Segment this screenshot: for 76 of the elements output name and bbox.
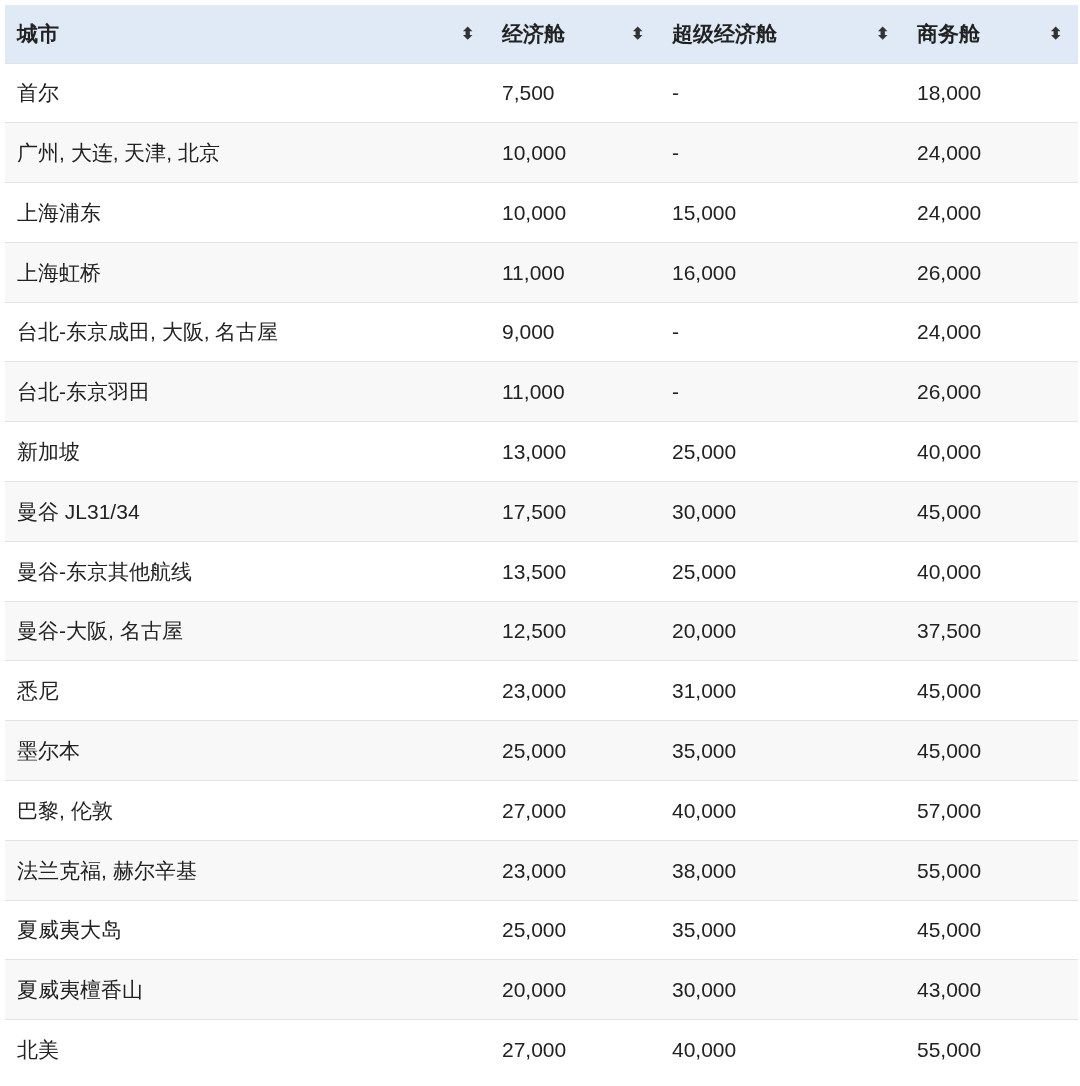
- table-cell: 40,000: [660, 780, 905, 841]
- table-cell: 曼谷-大阪, 名古屋: [5, 601, 490, 661]
- table-cell: 台北-东京羽田: [5, 362, 490, 422]
- table-cell: 23,000: [490, 660, 660, 721]
- table-cell: 上海虹桥: [5, 242, 490, 303]
- table-cell: 13,000: [490, 421, 660, 482]
- table-cell: 24,000: [905, 182, 1078, 243]
- table-cell: 广州, 大连, 天津, 北京: [5, 122, 490, 183]
- table-cell: 45,000: [905, 660, 1078, 721]
- table-cell: 55,000: [905, 840, 1078, 901]
- table-cell: 40,000: [905, 541, 1078, 602]
- table-cell: 26,000: [905, 362, 1078, 422]
- table-cell: 43,000: [905, 959, 1078, 1020]
- column-header[interactable]: 商务舱: [917, 18, 980, 50]
- table-cell: 57,000: [905, 780, 1078, 841]
- table-cell: 25,000: [490, 900, 660, 960]
- table-cell: 10,000: [490, 182, 660, 243]
- table-cell: 27,000: [490, 1019, 660, 1080]
- table-cell: -: [660, 63, 905, 123]
- table-cell: 11,000: [490, 362, 660, 422]
- table-cell: 45,000: [905, 720, 1078, 781]
- table-cell: -: [660, 122, 905, 183]
- table-cell: -: [660, 362, 905, 422]
- table-cell: 悉尼: [5, 660, 490, 721]
- table-cell: 巴黎, 伦敦: [5, 780, 490, 841]
- sort-icon[interactable]: ⬍: [1049, 21, 1066, 46]
- table-cell: 45,000: [905, 481, 1078, 542]
- table-cell: 新加坡: [5, 421, 490, 482]
- table-cell: 夏威夷大岛: [5, 900, 490, 960]
- table-cell: 40,000: [660, 1019, 905, 1080]
- table-cell: 35,000: [660, 900, 905, 960]
- table-cell: 10,000: [490, 122, 660, 183]
- table-cell: 11,000: [490, 242, 660, 303]
- table-cell: 38,000: [660, 840, 905, 901]
- table-cell: 20,000: [660, 601, 905, 661]
- table-cell: 15,000: [660, 182, 905, 243]
- table-cell: 夏威夷檀香山: [5, 959, 490, 1020]
- sort-icon[interactable]: ⬍: [876, 21, 893, 46]
- table-cell: 55,000: [905, 1019, 1078, 1080]
- table-cell: 25,000: [660, 541, 905, 602]
- table-cell: 24,000: [905, 122, 1078, 183]
- table-cell: 法兰克福, 赫尔辛基: [5, 840, 490, 901]
- table-cell: 16,000: [660, 242, 905, 303]
- table-cell: 30,000: [660, 959, 905, 1020]
- table-cell: 25,000: [660, 421, 905, 482]
- table-cell: 18,000: [905, 63, 1078, 123]
- table-cell: 25,000: [490, 720, 660, 781]
- table-cell: 曼谷-东京其他航线: [5, 541, 490, 602]
- table-cell: 37,500: [905, 601, 1078, 661]
- table-cell: 26,000: [905, 242, 1078, 303]
- table-cell: 曼谷 JL31/34: [5, 481, 490, 542]
- table-cell: 北美: [5, 1019, 490, 1080]
- table-cell: 12,500: [490, 601, 660, 661]
- table-cell: -: [660, 302, 905, 362]
- table-cell: 20,000: [490, 959, 660, 1020]
- column-header[interactable]: 经济舱: [502, 18, 565, 50]
- table-cell: 24,000: [905, 302, 1078, 362]
- sort-icon[interactable]: ⬍: [631, 21, 648, 46]
- column-header[interactable]: 超级经济舱: [672, 18, 777, 50]
- table-cell: 23,000: [490, 840, 660, 901]
- table-cell: 35,000: [660, 720, 905, 781]
- table-cell: 7,500: [490, 63, 660, 123]
- table-cell: 13,500: [490, 541, 660, 602]
- table-cell: 台北-东京成田, 大阪, 名古屋: [5, 302, 490, 362]
- table-cell: 45,000: [905, 900, 1078, 960]
- table-cell: 17,500: [490, 481, 660, 542]
- table-cell: 首尔: [5, 63, 490, 123]
- table-cell: 9,000: [490, 302, 660, 362]
- table-cell: 40,000: [905, 421, 1078, 482]
- table-cell: 30,000: [660, 481, 905, 542]
- table-cell: 27,000: [490, 780, 660, 841]
- table-cell: 31,000: [660, 660, 905, 721]
- column-header[interactable]: 城市: [17, 18, 59, 50]
- sort-icon[interactable]: ⬍: [461, 21, 478, 46]
- table-cell: 墨尔本: [5, 720, 490, 781]
- table-cell: 上海浦东: [5, 182, 490, 243]
